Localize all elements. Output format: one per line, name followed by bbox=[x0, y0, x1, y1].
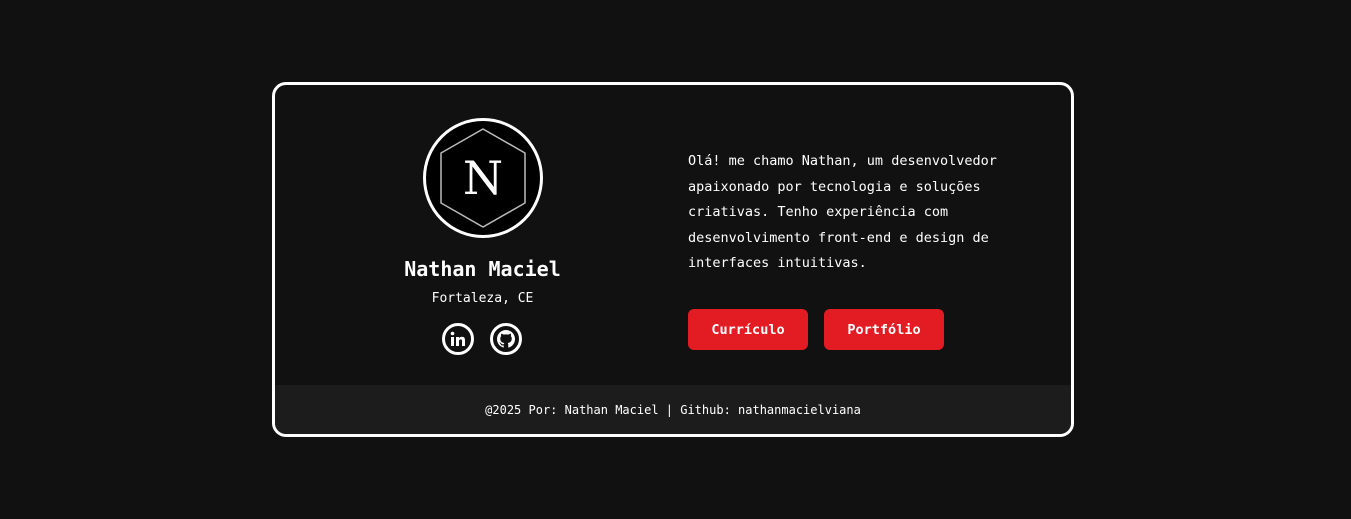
bio-text: Olá! me chamo Nathan, um desenvolvedor a… bbox=[688, 153, 997, 271]
profile-location: Fortaleza, CE bbox=[431, 291, 534, 306]
hexagon-logo-icon: N bbox=[440, 128, 526, 228]
avatar-initial: N bbox=[463, 151, 503, 205]
github-icon bbox=[497, 330, 515, 348]
linkedin-link[interactable] bbox=[442, 323, 474, 355]
action-buttons: Currículo Portfólio bbox=[688, 309, 944, 350]
avatar: N bbox=[423, 118, 543, 238]
social-links bbox=[442, 323, 522, 355]
github-link[interactable] bbox=[490, 323, 522, 355]
profile-column: N Nathan Maciel Fortaleza, CE bbox=[275, 85, 690, 385]
footer: @2025 Por: Nathan Maciel | Github: natha… bbox=[275, 385, 1071, 434]
linkedin-icon bbox=[450, 331, 465, 346]
resume-button[interactable]: Currículo bbox=[688, 309, 808, 350]
profile-name: Nathan Maciel bbox=[404, 257, 561, 281]
profile-card: N Nathan Maciel Fortaleza, CE Olá! me ch… bbox=[272, 82, 1074, 437]
footer-text: @2025 Por: Nathan Maciel | Github: natha… bbox=[485, 402, 861, 417]
portfolio-button[interactable]: Portfólio bbox=[824, 309, 944, 350]
